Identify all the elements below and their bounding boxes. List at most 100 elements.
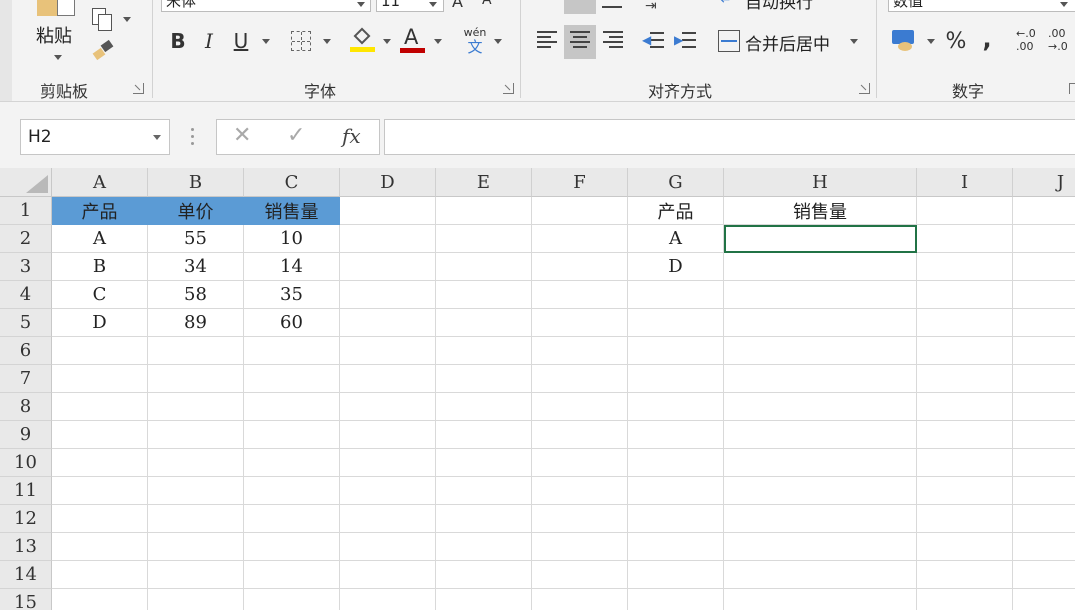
- cell-a5[interactable]: D: [52, 309, 148, 337]
- cell-d15[interactable]: [340, 589, 436, 610]
- number-launcher-icon[interactable]: [1069, 83, 1075, 94]
- cell-a3[interactable]: B: [52, 253, 148, 281]
- cell-b6[interactable]: [148, 337, 244, 365]
- cell-j10[interactable]: [1013, 449, 1075, 477]
- increase-decimal-button[interactable]: ←.0 .00: [1016, 27, 1044, 55]
- cell-e10[interactable]: [436, 449, 532, 477]
- cell-c11[interactable]: [244, 477, 340, 505]
- border-icon[interactable]: [291, 31, 311, 51]
- cell-c15[interactable]: [244, 589, 340, 610]
- cell-c4[interactable]: 35: [244, 281, 340, 309]
- font-name-dropdown-icon[interactable]: [357, 2, 365, 7]
- cell-h4[interactable]: [724, 281, 917, 309]
- formula-bar-grip-icon[interactable]: [191, 128, 194, 146]
- cell-f1[interactable]: [532, 197, 628, 225]
- decrease-indent-icon[interactable]: ◀: [642, 30, 664, 52]
- decrease-decimal-button[interactable]: .00 →.0: [1048, 27, 1075, 55]
- cell-a12[interactable]: [52, 505, 148, 533]
- number-format-combo[interactable]: 数值: [888, 0, 1075, 12]
- cell-i7[interactable]: [917, 365, 1013, 393]
- cell-f3[interactable]: [532, 253, 628, 281]
- row-header-13[interactable]: 13: [0, 533, 52, 561]
- cell-j2[interactable]: [1013, 225, 1075, 253]
- cell-a14[interactable]: [52, 561, 148, 589]
- cell-e3[interactable]: [436, 253, 532, 281]
- formula-input[interactable]: [384, 119, 1075, 155]
- cell-g2[interactable]: A: [628, 225, 724, 253]
- cell-a7[interactable]: [52, 365, 148, 393]
- cell-g12[interactable]: [628, 505, 724, 533]
- cancel-icon[interactable]: ✕: [233, 123, 251, 148]
- cell-b4[interactable]: 58: [148, 281, 244, 309]
- insert-function-icon[interactable]: fx: [342, 124, 361, 148]
- cell-e1[interactable]: [436, 197, 532, 225]
- cell-d2[interactable]: [340, 225, 436, 253]
- cell-b2[interactable]: 55: [148, 225, 244, 253]
- cell-d11[interactable]: [340, 477, 436, 505]
- column-header-a[interactable]: A: [52, 168, 148, 197]
- cell-c13[interactable]: [244, 533, 340, 561]
- cell-c14[interactable]: [244, 561, 340, 589]
- merge-center-icon[interactable]: [718, 30, 740, 52]
- cell-i5[interactable]: [917, 309, 1013, 337]
- row-header-2[interactable]: 2: [0, 225, 52, 253]
- cell-e7[interactable]: [436, 365, 532, 393]
- cell-a1[interactable]: 产品: [52, 197, 148, 225]
- cell-g13[interactable]: [628, 533, 724, 561]
- cell-a9[interactable]: [52, 421, 148, 449]
- cell-e8[interactable]: [436, 393, 532, 421]
- cell-e6[interactable]: [436, 337, 532, 365]
- merge-dropdown-icon[interactable]: [850, 39, 858, 44]
- cell-d9[interactable]: [340, 421, 436, 449]
- orientation-icon[interactable]: [602, 0, 622, 8]
- cell-j15[interactable]: [1013, 589, 1075, 610]
- font-launcher-icon[interactable]: [503, 83, 514, 94]
- row-header-1[interactable]: 1: [0, 197, 52, 225]
- align-top-button[interactable]: [564, 0, 596, 14]
- cell-j1[interactable]: [1013, 197, 1075, 225]
- cell-f11[interactable]: [532, 477, 628, 505]
- cell-g7[interactable]: [628, 365, 724, 393]
- cell-a15[interactable]: [52, 589, 148, 610]
- cell-h7[interactable]: [724, 365, 917, 393]
- cell-h9[interactable]: [724, 421, 917, 449]
- cell-b5[interactable]: 89: [148, 309, 244, 337]
- cell-a11[interactable]: [52, 477, 148, 505]
- cell-i13[interactable]: [917, 533, 1013, 561]
- column-header-j[interactable]: J: [1013, 168, 1075, 197]
- cell-e14[interactable]: [436, 561, 532, 589]
- cell-j11[interactable]: [1013, 477, 1075, 505]
- cell-c7[interactable]: [244, 365, 340, 393]
- merge-center-button[interactable]: 合并后居中: [745, 30, 830, 55]
- cell-j13[interactable]: [1013, 533, 1075, 561]
- column-header-b[interactable]: B: [148, 168, 244, 197]
- cell-d4[interactable]: [340, 281, 436, 309]
- cell-f9[interactable]: [532, 421, 628, 449]
- cell-g1[interactable]: 产品: [628, 197, 724, 225]
- enter-icon[interactable]: ✓: [287, 123, 305, 148]
- cell-h12[interactable]: [724, 505, 917, 533]
- cell-c3[interactable]: 14: [244, 253, 340, 281]
- cell-c5[interactable]: 60: [244, 309, 340, 337]
- cell-g6[interactable]: [628, 337, 724, 365]
- cell-f12[interactable]: [532, 505, 628, 533]
- cell-a13[interactable]: [52, 533, 148, 561]
- cell-h1[interactable]: 销售量: [724, 197, 917, 225]
- cell-f5[interactable]: [532, 309, 628, 337]
- fill-color-icon[interactable]: [350, 27, 376, 54]
- name-box-dropdown-icon[interactable]: [153, 135, 161, 140]
- cell-f14[interactable]: [532, 561, 628, 589]
- cell-b7[interactable]: [148, 365, 244, 393]
- cell-g5[interactable]: [628, 309, 724, 337]
- cell-e13[interactable]: [436, 533, 532, 561]
- row-header-4[interactable]: 4: [0, 281, 52, 309]
- cell-c10[interactable]: [244, 449, 340, 477]
- cell-i4[interactable]: [917, 281, 1013, 309]
- fill-color-dropdown-icon[interactable]: [383, 39, 391, 44]
- row-header-11[interactable]: 11: [0, 477, 52, 505]
- select-all-button[interactable]: [0, 168, 52, 197]
- cell-g10[interactable]: [628, 449, 724, 477]
- cell-h15[interactable]: [724, 589, 917, 610]
- cell-j7[interactable]: [1013, 365, 1075, 393]
- cell-b3[interactable]: 34: [148, 253, 244, 281]
